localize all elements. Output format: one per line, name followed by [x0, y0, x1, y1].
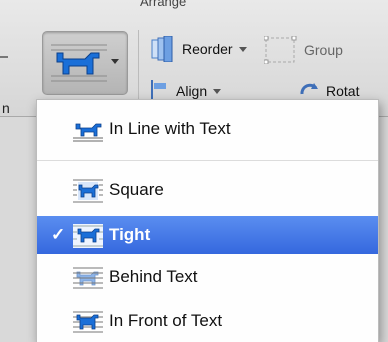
menu-item-tight[interactable]: ✓ Tight	[37, 216, 378, 254]
reorder-label: Reorder	[182, 41, 233, 57]
wrap-text-button[interactable]	[42, 31, 128, 95]
menu-item-label: In Line with Text	[109, 119, 231, 138]
group-label: Group	[304, 42, 343, 58]
checkmark-icon: ✓	[51, 225, 66, 244]
menu-item-label: Tight	[109, 225, 151, 244]
align-label: Align	[176, 83, 208, 99]
menu-item-in-line-with-text[interactable]: In Line with Text	[37, 110, 378, 148]
behind-text-icon	[73, 267, 103, 289]
rotate-label: Rotat	[326, 83, 360, 99]
menu-item-in-front-of-text[interactable]: In Front of Text	[37, 302, 378, 340]
menu-item-square[interactable]: Square	[37, 171, 378, 209]
tight-wrap-icon	[73, 224, 103, 248]
wrap-text-menu: In Line with Text Square ✓ Tight Behind …	[36, 99, 379, 342]
in-line-with-text-icon	[73, 123, 103, 142]
menu-separator	[37, 160, 378, 161]
ribbon-divider	[138, 30, 139, 100]
menu-item-label: In Front of Text	[109, 311, 223, 330]
wrap-text-dog-icon	[51, 44, 107, 82]
menu-item-label: Square	[109, 180, 164, 199]
in-front-of-text-icon	[73, 311, 103, 333]
menu-item-label: Behind Text	[109, 267, 198, 286]
reorder-icon	[151, 36, 173, 62]
ribbon-cut-text: n	[2, 100, 10, 116]
menu-item-behind-text[interactable]: Behind Text	[37, 258, 378, 296]
group-icon	[264, 36, 297, 64]
chevron-down-icon	[213, 88, 222, 94]
group-title: Arrange	[140, 0, 187, 9]
reorder-button[interactable]: Reorder	[150, 36, 247, 62]
square-wrap-icon	[73, 179, 103, 203]
ribbon-left-arrow-icon	[0, 56, 8, 58]
chevron-down-icon	[238, 46, 247, 52]
group-button[interactable]: Group	[264, 36, 343, 64]
chevron-down-icon	[111, 59, 119, 64]
